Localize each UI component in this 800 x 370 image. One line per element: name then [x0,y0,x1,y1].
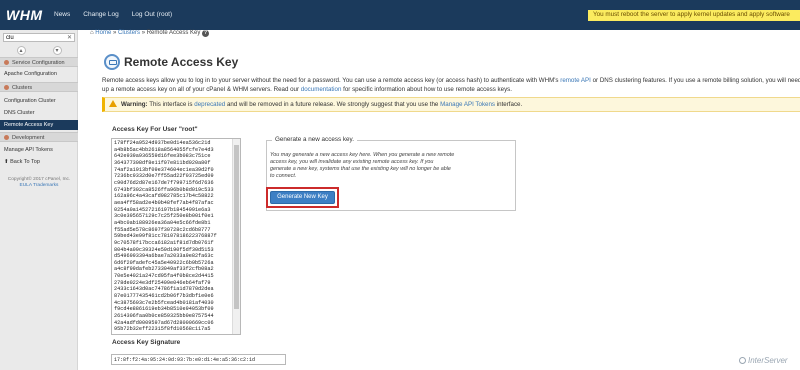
sidebar-item-configuration-cluster[interactable]: Configuration Cluster [0,96,78,106]
category-icon [4,60,9,66]
nav-news[interactable]: News [54,11,70,18]
expand-all-button[interactable]: ▾ [52,46,62,55]
sidebar-item-dns-cluster[interactable]: DNS Cluster [0,108,78,118]
sidebar-item-manage-api-tokens[interactable]: Manage API Tokens [0,145,78,155]
interserver-watermark: InterServer [739,356,788,365]
warning-icon [109,100,117,107]
help-icon[interactable]: ? [202,30,210,37]
sidebar-category-clusters[interactable]: Clusters [0,82,78,92]
nav-change-log[interactable]: Change Log [83,11,118,18]
clear-icon[interactable]: ✕ [67,34,72,41]
top-bar: WHM News Change Log Log Out (root) - - -… [0,0,800,30]
signature-field[interactable] [111,354,286,365]
generate-key-note: You may generate a new access key here. … [270,152,455,179]
deprecated-link[interactable]: deprecated [194,101,225,108]
sidebar-back-to-top[interactable]: ⬆ Back To Top [0,157,78,167]
breadcrumb-current: Remote Access Key [146,30,201,36]
sidebar-item-remote-access-key[interactable]: Remote Access Key [0,120,78,130]
sidebar-footer: Copyright© 2017 cPanel, Inc. EULA Tradem… [0,177,78,189]
generate-new-key-button[interactable]: Generate New Key [270,191,335,204]
page-description: Remote access keys allow you to log in t… [102,77,800,93]
generate-key-legend: Generate a new access key. [272,136,357,143]
access-key-textarea[interactable]: 178ff24a9524d937be0d14ea536c21d a4b8b5ac… [111,138,241,335]
eula-link[interactable]: EULA [20,183,32,188]
page-title: Remote Access Key [124,55,239,69]
access-key-scrollbar[interactable] [232,139,240,334]
deprecation-warning: Warning: This interface is deprecated an… [102,97,800,112]
top-links[interactable]: - - - - - - - - - - - [580,0,619,3]
top-nav: News Change Log Log Out (root) [54,11,172,18]
main-content: ⌂ Home » Clusters » Remote Access Key ? … [78,30,800,370]
breadcrumb-clusters[interactable]: Clusters [118,30,140,36]
trademarks-link[interactable]: Trademarks [33,183,58,188]
signature-label: Access Key Signature [112,339,181,346]
whm-logo[interactable]: WHM [6,7,43,23]
chevron-up-icon: ▴ [19,47,23,54]
search-input[interactable] [4,34,64,42]
sidebar-item-apache-configuration[interactable]: Apache Configuration [0,69,78,79]
sidebar-controls: ▴ ▾ [3,45,75,56]
interserver-logo-icon [739,357,746,364]
collapse-all-button[interactable]: ▴ [16,46,26,55]
category-icon [4,135,9,141]
scrollbar-thumb[interactable] [234,145,239,309]
category-icon [4,85,9,91]
sidebar-search: ✕ [3,33,75,42]
remote-api-link[interactable]: remote API [560,77,591,84]
sidebar-category-service-configuration[interactable]: Service Configuration [0,57,78,67]
sidebar: ✕ ▴ ▾ Service Configuration Apache Confi… [0,30,78,370]
home-icon[interactable]: ⌂ [90,30,94,36]
breadcrumb: ⌂ Home » Clusters » Remote Access Key ? [90,30,210,37]
chevron-down-icon: ▾ [55,47,59,54]
breadcrumb-home[interactable]: Home [95,30,111,36]
reboot-alert[interactable]: You must reboot the server to apply kern… [588,10,800,21]
key-icon [104,54,120,70]
manage-api-tokens-link[interactable]: Manage API Tokens [440,101,495,108]
nav-logout[interactable]: Log Out (root) [132,11,172,18]
access-key-label: Access Key For User "root" [112,126,198,133]
documentation-link[interactable]: documentation [301,86,342,93]
sidebar-category-development[interactable]: Development [0,132,78,142]
